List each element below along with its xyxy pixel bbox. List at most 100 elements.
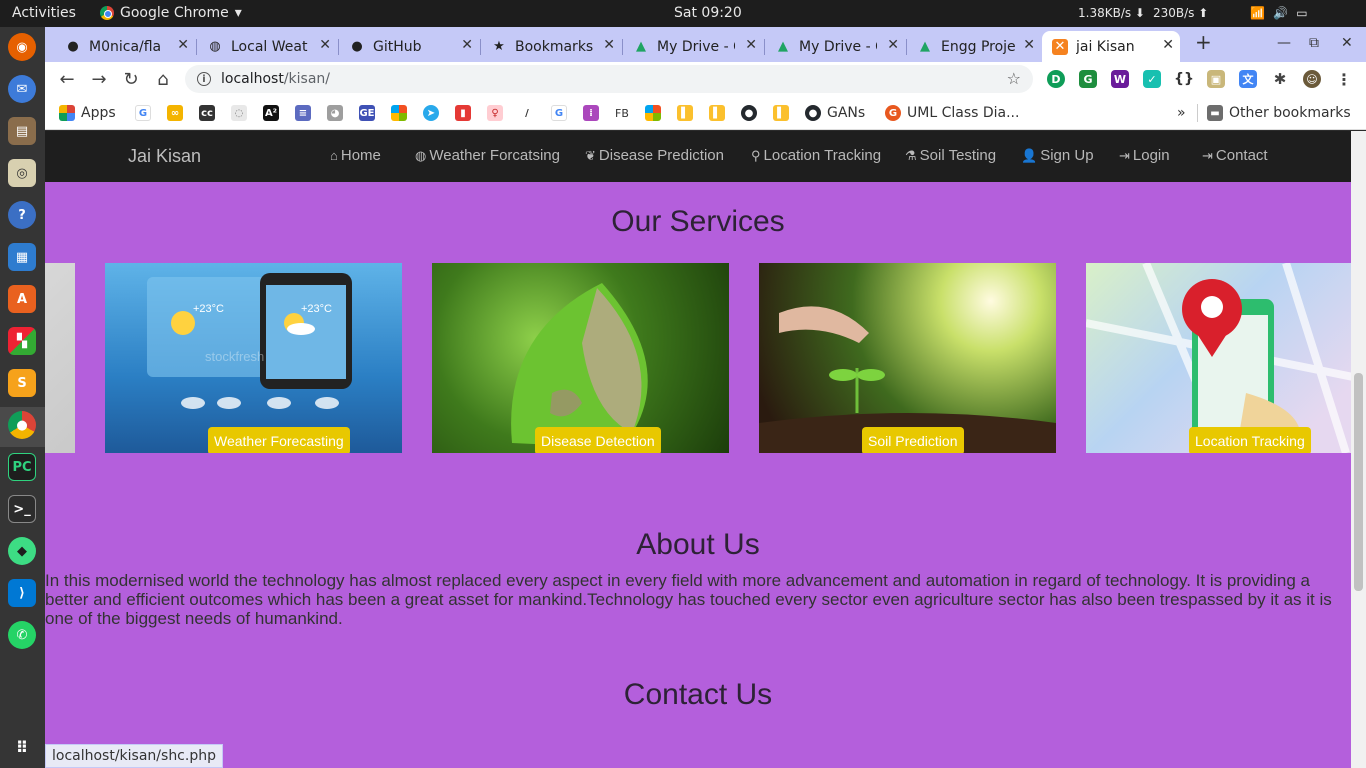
- tab-6[interactable]: ▲ My Drive - G ✕: [765, 31, 905, 62]
- bookmark-3[interactable]: cc: [199, 103, 215, 123]
- tab-8-active[interactable]: ✕ jai Kisan ✕: [1042, 31, 1180, 62]
- nav-home[interactable]: ⌂ Home: [330, 147, 381, 164]
- nav-location[interactable]: ⚲ Location Tracking: [751, 147, 881, 164]
- site-brand[interactable]: Jai Kisan: [128, 146, 201, 167]
- bookmark-9[interactable]: [391, 103, 407, 123]
- bookmark-11[interactable]: ▮: [455, 103, 471, 123]
- pycharm-icon[interactable]: PC: [8, 453, 36, 481]
- bookmark-15[interactable]: ⁞: [583, 103, 599, 123]
- tab-7[interactable]: ▲ Engg Proje ✕: [907, 31, 1041, 62]
- bookmark-16[interactable]: [645, 103, 661, 123]
- bookmark-8[interactable]: GE: [359, 103, 375, 123]
- close-icon[interactable]: ✕: [1023, 37, 1035, 53]
- service-label-soil[interactable]: Soil Prediction: [862, 427, 964, 453]
- help-icon[interactable]: ?: [8, 201, 36, 229]
- close-icon[interactable]: ✕: [177, 37, 189, 53]
- close-icon[interactable]: ✕: [1162, 37, 1174, 53]
- chrome-dock-icon[interactable]: ●: [8, 411, 36, 439]
- android-studio-icon[interactable]: ◆: [8, 537, 36, 565]
- bookmark-5[interactable]: A²: [263, 103, 279, 123]
- bookmark-apps[interactable]: Apps: [59, 103, 116, 123]
- show-apps-icon[interactable]: ⠿: [8, 733, 36, 761]
- service-card-disease[interactable]: Disease Detection: [432, 263, 729, 453]
- bookmark-6[interactable]: ≡: [295, 103, 311, 123]
- bookmark-uml[interactable]: G UML Class Dia...: [885, 103, 1019, 123]
- shield-ext-icon[interactable]: ✓: [1143, 70, 1161, 88]
- service-label-weather[interactable]: Weather Forecasting: [208, 427, 350, 453]
- bookmark-10[interactable]: ➤: [423, 103, 439, 123]
- bookmark-17[interactable]: ▌: [677, 103, 693, 123]
- tab-5[interactable]: ▲ My Drive - G ✕: [623, 31, 763, 62]
- thunderbird-icon[interactable]: ✉: [8, 75, 36, 103]
- vscode-icon[interactable]: ⟩: [8, 579, 36, 607]
- back-button[interactable]: ←: [55, 67, 79, 91]
- close-icon[interactable]: ✕: [319, 37, 331, 53]
- writer-icon[interactable]: ▦: [8, 243, 36, 271]
- bookmark-18[interactable]: ▌: [709, 103, 725, 123]
- bookmark-gans[interactable]: ● GANs: [805, 103, 865, 123]
- files-icon[interactable]: ▤: [8, 117, 36, 145]
- whatsapp-icon[interactable]: ✆: [8, 621, 36, 649]
- new-tab-button[interactable]: +: [1195, 30, 1212, 54]
- grammarly-icon[interactable]: D: [1047, 70, 1065, 88]
- tab-4[interactable]: ★ Bookmarks ✕: [481, 31, 621, 62]
- close-icon[interactable]: ✕: [887, 37, 899, 53]
- bookmark-12[interactable]: ♀: [487, 103, 503, 123]
- nav-soil[interactable]: ⚗ Soil Testing: [905, 147, 996, 164]
- nav-contact[interactable]: ⇥ Contact: [1202, 147, 1268, 164]
- extensions-puzzle-icon[interactable]: ✱: [1271, 70, 1289, 88]
- software-center-icon[interactable]: A: [8, 285, 36, 313]
- bookmark-13[interactable]: /: [519, 103, 535, 123]
- menu-kebab-icon[interactable]: ⋮: [1335, 70, 1353, 89]
- app-menu[interactable]: Google Chrome ▾: [100, 5, 242, 21]
- terminal-icon[interactable]: >_: [8, 495, 36, 523]
- sheets-ext-icon[interactable]: G: [1079, 70, 1097, 88]
- home-button[interactable]: ⌂: [151, 67, 175, 91]
- bookmark-7[interactable]: ◕: [327, 103, 343, 123]
- scrollbar-thumb[interactable]: [1354, 373, 1363, 591]
- other-bookmarks[interactable]: ▬ Other bookmarks: [1207, 103, 1351, 123]
- bookmark-google[interactable]: G: [135, 103, 151, 123]
- clock[interactable]: Sat 09:20: [674, 5, 742, 21]
- nav-signup[interactable]: 👤 Sign Up: [1021, 147, 1094, 164]
- service-label-location[interactable]: Location Tracking: [1189, 427, 1311, 453]
- tab-2[interactable]: ◍ Local Weat ✕: [197, 31, 337, 62]
- json-ext-icon[interactable]: {}: [1174, 70, 1194, 88]
- service-card-soil[interactable]: Soil Prediction: [759, 263, 1056, 453]
- bookmark-4[interactable]: ◌: [231, 103, 247, 123]
- tab-1[interactable]: ● M0nica/fla ✕: [55, 31, 195, 62]
- service-card-partial[interactable]: [45, 263, 75, 453]
- service-card-location[interactable]: Location Tracking: [1086, 263, 1351, 453]
- activities-button[interactable]: Activities: [12, 5, 76, 21]
- close-icon[interactable]: ✕: [603, 37, 615, 53]
- close-icon[interactable]: ✕: [461, 37, 473, 53]
- bookmark-19[interactable]: ●: [741, 103, 757, 123]
- restore-button[interactable]: ⧉: [1309, 35, 1319, 51]
- address-bar[interactable]: i localhost/kisan/ ☆: [185, 65, 1033, 93]
- sublime-icon[interactable]: S: [8, 369, 36, 397]
- bookmark-2[interactable]: ∞: [167, 103, 183, 123]
- page-scrollbar[interactable]: [1351, 131, 1366, 768]
- reload-button[interactable]: ↻: [119, 67, 143, 91]
- nav-login[interactable]: ⇥ Login: [1119, 147, 1170, 164]
- nav-disease[interactable]: ❦ Disease Prediction: [585, 147, 724, 164]
- info-icon[interactable]: i: [197, 72, 211, 86]
- bookmarks-overflow[interactable]: »: [1177, 103, 1186, 123]
- status-area[interactable]: 1.38KB/s ⬇ 230B/s ⬆ 📶 🔊 ▭: [1078, 6, 1308, 20]
- rhythmbox-icon[interactable]: ◎: [8, 159, 36, 187]
- tab-3[interactable]: ● GitHub ✕: [339, 31, 479, 62]
- apps-grid-icon[interactable]: ▚: [8, 327, 36, 355]
- bookmark-star-icon[interactable]: ☆: [1007, 69, 1021, 88]
- ext-purple-icon[interactable]: W: [1111, 70, 1129, 88]
- image-ext-icon[interactable]: ▣: [1207, 70, 1225, 88]
- forward-button[interactable]: →: [87, 67, 111, 91]
- nav-weather[interactable]: ◍ Weather Forcatsing: [415, 147, 560, 164]
- service-card-weather[interactable]: +23°C +23°C stockfresh Weather Forecasti…: [105, 263, 402, 453]
- close-icon[interactable]: ✕: [745, 37, 757, 53]
- profile-avatar[interactable]: ☺: [1303, 70, 1321, 88]
- bookmark-20[interactable]: ▌: [773, 103, 789, 123]
- bookmark-fb[interactable]: FB: [615, 103, 629, 123]
- firefox-icon[interactable]: ◉: [8, 33, 36, 61]
- minimize-button[interactable]: —: [1277, 35, 1291, 51]
- close-window-button[interactable]: ✕: [1341, 35, 1353, 51]
